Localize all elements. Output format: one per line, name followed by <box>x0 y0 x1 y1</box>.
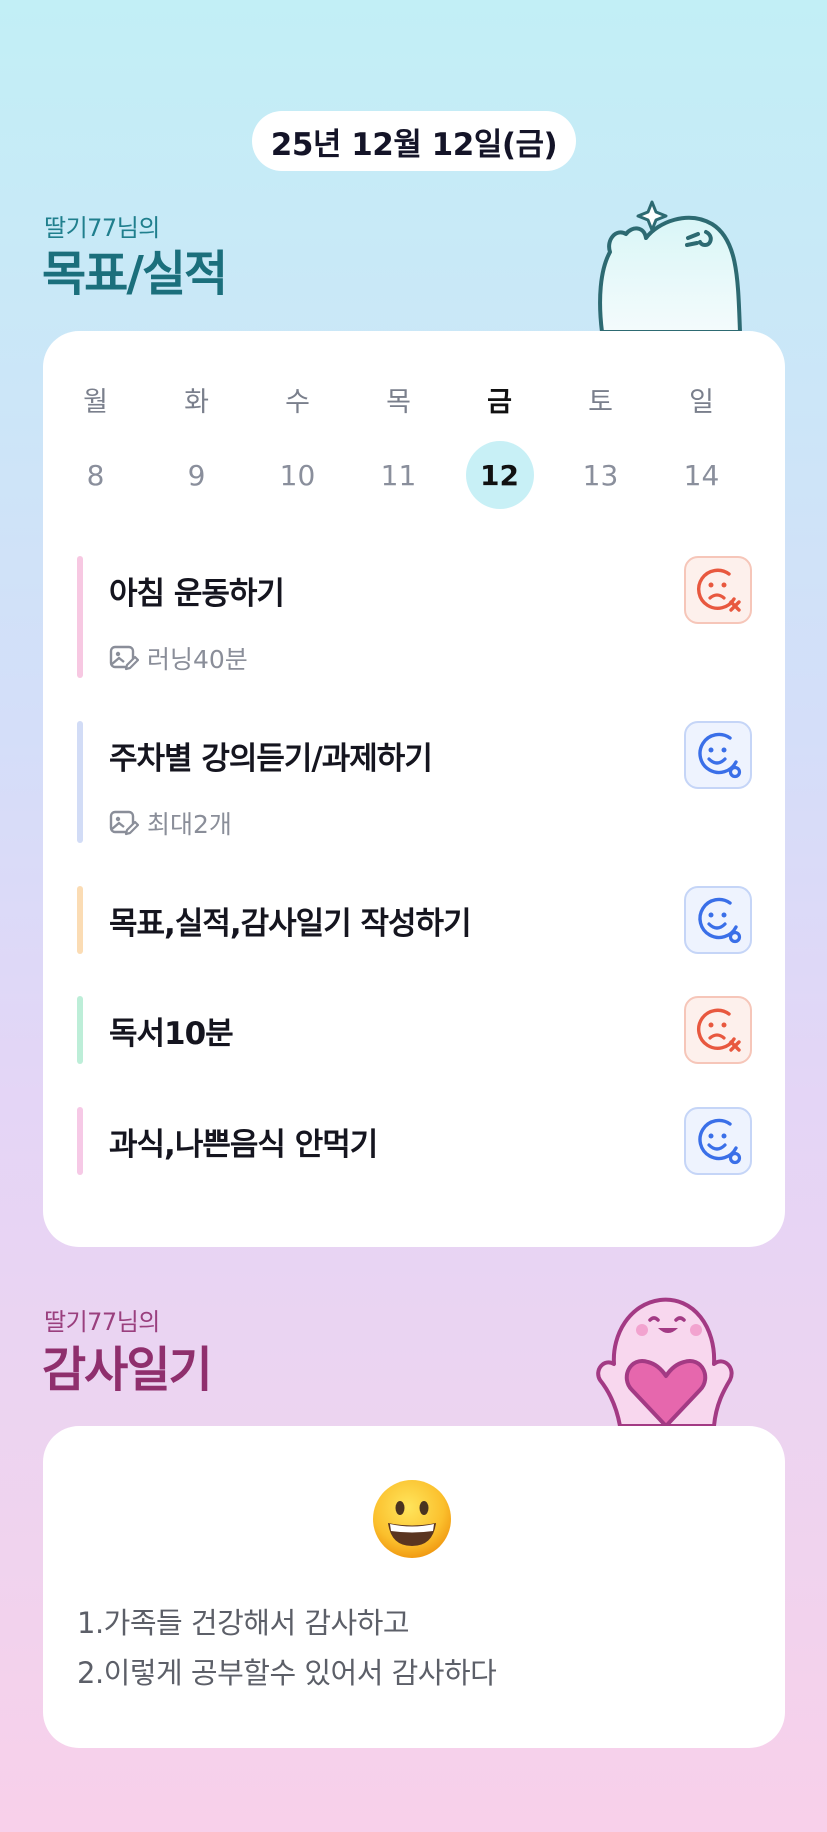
date-cell[interactable]: 10 <box>247 441 348 509</box>
goal-item[interactable]: 주차별 강의듣기/과제하기 최대2개 <box>77 721 752 843</box>
smile-face-done-icon <box>698 897 742 944</box>
date-number: 13 <box>582 458 619 492</box>
thanks-card[interactable] <box>43 1426 785 1748</box>
sad-face-fail-icon <box>696 1008 741 1052</box>
date-row: 8 9 10 11 12 13 14 <box>45 441 755 509</box>
smile-face-done-icon <box>698 732 742 779</box>
weekday-label: 토 <box>588 386 613 418</box>
goal-title: 목표,실적,감사일기 작성하기 <box>109 906 472 942</box>
goal-note: 최대2개 <box>109 805 232 841</box>
date-cell[interactable]: 9 <box>146 441 247 509</box>
date-number: 12 <box>465 441 534 509</box>
weekday-label: 목 <box>386 386 411 418</box>
goal-status-button[interactable] <box>684 1107 752 1175</box>
weekday-label-selected: 금 <box>487 386 512 418</box>
goal-title: 아침 운동하기 <box>109 576 285 612</box>
goals-title: 목표/실적 <box>42 246 228 302</box>
date-cell[interactable]: 13 <box>550 441 651 509</box>
date-number: 14 <box>683 458 720 492</box>
sad-face-fail-icon <box>696 568 741 612</box>
weekday-row: 월 화 수 목 금 토 일 <box>45 373 755 425</box>
goal-color-bar <box>77 1107 83 1175</box>
goal-note-text: 최대2개 <box>147 810 232 839</box>
date-number: 11 <box>380 458 417 492</box>
goal-status-button[interactable] <box>684 556 752 624</box>
goal-item[interactable]: 과식,나쁜음식 안먹기 <box>77 1107 752 1175</box>
thanks-title: 감사일기 <box>42 1342 213 1398</box>
goal-note-text: 러닝40분 <box>147 645 248 674</box>
weekday-label: 일 <box>689 386 714 418</box>
weekday-label: 월 <box>83 386 108 418</box>
mascot-thumbs-up-icon <box>598 200 742 332</box>
date-cell-selected[interactable]: 12 <box>449 441 550 509</box>
goal-color-bar <box>77 996 83 1064</box>
goal-item[interactable]: 목표,실적,감사일기 작성하기 <box>77 886 752 954</box>
goal-status-button[interactable] <box>684 721 752 789</box>
goal-color-bar <box>77 721 83 843</box>
date-selector[interactable]: 25년 12월 12일(금) <box>252 111 576 171</box>
thanks-entry-line: 1.가족들 건강해서 감사하고 <box>77 1606 410 1640</box>
goal-title: 독서10분 <box>109 1016 234 1052</box>
image-edit-icon <box>109 645 139 671</box>
goal-note: 러닝40분 <box>109 640 248 676</box>
date-cell[interactable]: 8 <box>45 441 146 509</box>
weekday-label: 화 <box>184 386 209 418</box>
goal-item[interactable]: 아침 운동하기 러닝40분 <box>77 556 752 678</box>
smile-face-done-icon <box>698 1118 742 1165</box>
date-cell[interactable]: 11 <box>348 441 449 509</box>
goal-title: 과식,나쁜음식 안먹기 <box>109 1127 378 1163</box>
date-number: 10 <box>279 458 316 492</box>
goal-title: 주차별 강의듣기/과제하기 <box>109 741 433 777</box>
goal-status-button[interactable] <box>684 996 752 1064</box>
date-number: 8 <box>86 458 105 492</box>
date-cell[interactable]: 14 <box>651 441 752 509</box>
grinning-face-icon <box>373 1480 451 1558</box>
weekday-label: 수 <box>285 386 310 418</box>
mascot-heart-icon <box>596 1297 734 1426</box>
image-edit-icon <box>109 810 139 836</box>
goal-color-bar <box>77 886 83 954</box>
goal-color-bar <box>77 556 83 678</box>
thanks-entry-line: 2.이렇게 공부할수 있어서 감사하다 <box>77 1656 497 1690</box>
goal-status-button[interactable] <box>684 886 752 954</box>
goal-item[interactable]: 독서10분 <box>77 996 752 1064</box>
date-number: 9 <box>187 458 206 492</box>
